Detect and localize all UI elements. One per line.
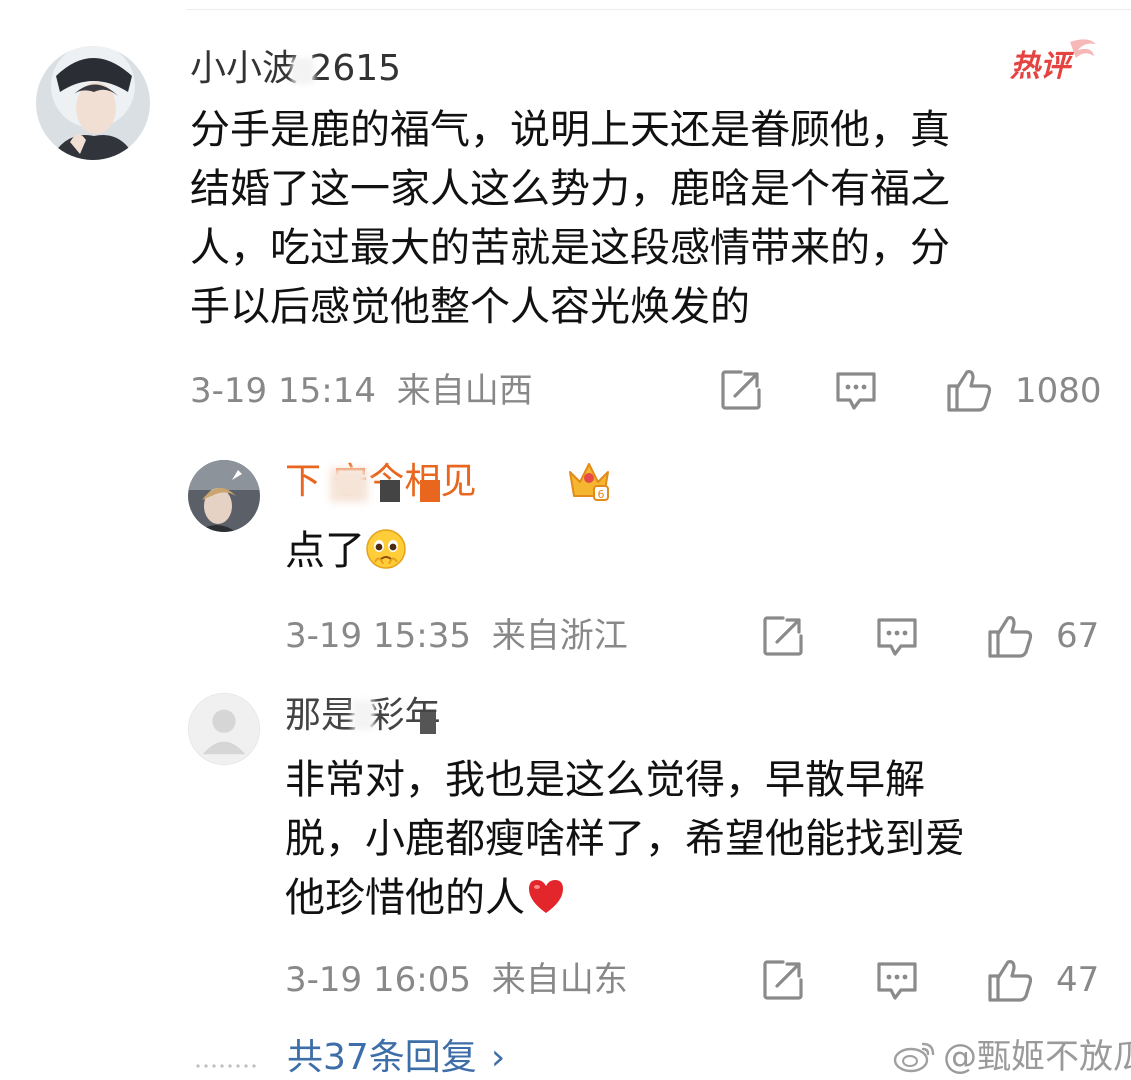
thumbs-up-icon[interactable] (945, 366, 993, 414)
reply-2-text: 非常对，我也是这么觉得，早散早解 脱，小鹿都瘦啥样了，希望他能找到爱 他珍惜他的… (285, 751, 965, 928)
reply-2-meta: 3-19 16:05 来自山东 (285, 960, 628, 1000)
reply-2-time: 3-19 16:05 (285, 960, 471, 1000)
username-blur-mask (292, 58, 314, 84)
thumbs-up-icon[interactable] (986, 612, 1034, 660)
top-divider (186, 9, 1131, 10)
reply-1-text-content: 点了 (285, 528, 365, 574)
main-comment-text-line: 人，吃过最大的苦就是这段感情带来的，分 (190, 225, 950, 271)
reply-1-location: 来自浙江 (491, 616, 628, 656)
reply-2-text-line: 他珍惜他的人 (285, 869, 965, 928)
main-comment-meta: 3-19 15:14 来自山西 (190, 371, 533, 411)
reply-1-meta: 3-19 15:35 来自浙江 (285, 616, 628, 656)
watermark-text: @甄姬不放瓜 (943, 1037, 1131, 1077)
username-blur-mask (420, 480, 440, 502)
svg-text:6: 6 (598, 488, 605, 501)
thread-dots (195, 1054, 257, 1068)
main-comment-text: 分手是鹿的福气，说明上天还是眷顾他，真 结婚了这一家人这么势力，鹿晗是个有福之 … (190, 101, 950, 337)
thumbs-up-icon[interactable] (986, 956, 1034, 1004)
reply-2-like-count: 47 (1056, 960, 1100, 1000)
reply-2-text-line: 非常对，我也是这么觉得，早散早解 (285, 757, 925, 803)
username-blur-mask (352, 700, 374, 730)
pleading-emoji-icon (365, 528, 407, 570)
reply-2-avatar[interactable] (188, 693, 260, 765)
main-comment-location: 来自山西 (396, 371, 533, 411)
main-comment-text-line: 分手是鹿的福气，说明上天还是眷顾他，真 (190, 107, 950, 153)
vip-crown-icon: 6 (566, 458, 612, 504)
reply-1-like-count: 67 (1056, 616, 1100, 656)
watermark: @甄姬不放瓜 (893, 1036, 1131, 1078)
hot-badge-text: 热评 (1009, 49, 1075, 84)
reply-1-time: 3-19 15:35 (285, 616, 471, 656)
comment-icon[interactable] (832, 366, 880, 414)
main-comment-text-line: 结婚了这一家人这么势力，鹿晗是个有福之 (190, 166, 950, 212)
share-icon[interactable] (759, 612, 807, 660)
main-comment-text-line: 手以后感觉他整个人容光焕发的 (190, 284, 750, 330)
main-comment-avatar[interactable] (36, 46, 150, 160)
reply-2-location: 来自山东 (491, 960, 628, 1000)
red-heart-icon (525, 875, 567, 917)
reply-1-avatar[interactable] (188, 460, 260, 532)
username-blur-mask (380, 480, 400, 502)
comment-icon[interactable] (873, 956, 921, 1004)
comment-icon[interactable] (873, 612, 921, 660)
hot-comment-badge: 热评 (1004, 34, 1100, 90)
chevron-right-icon: › (490, 1037, 506, 1078)
username-blur-mask (420, 712, 436, 734)
more-replies-label: 共37条回复 (287, 1037, 477, 1078)
more-replies-link[interactable]: 共37条回复 › (287, 1036, 505, 1080)
main-comment-like-count: 1080 (1015, 371, 1102, 411)
share-icon[interactable] (759, 956, 807, 1004)
share-icon[interactable] (717, 366, 765, 414)
username-blur-mask (330, 468, 368, 502)
reply-2-text-line: 脱，小鹿都瘦啥样了，希望他能找到爱 (285, 816, 965, 862)
weibo-logo-icon (893, 1042, 935, 1073)
reply-1-text: 点了 (285, 522, 407, 581)
main-comment-time: 3-19 15:14 (190, 371, 376, 411)
